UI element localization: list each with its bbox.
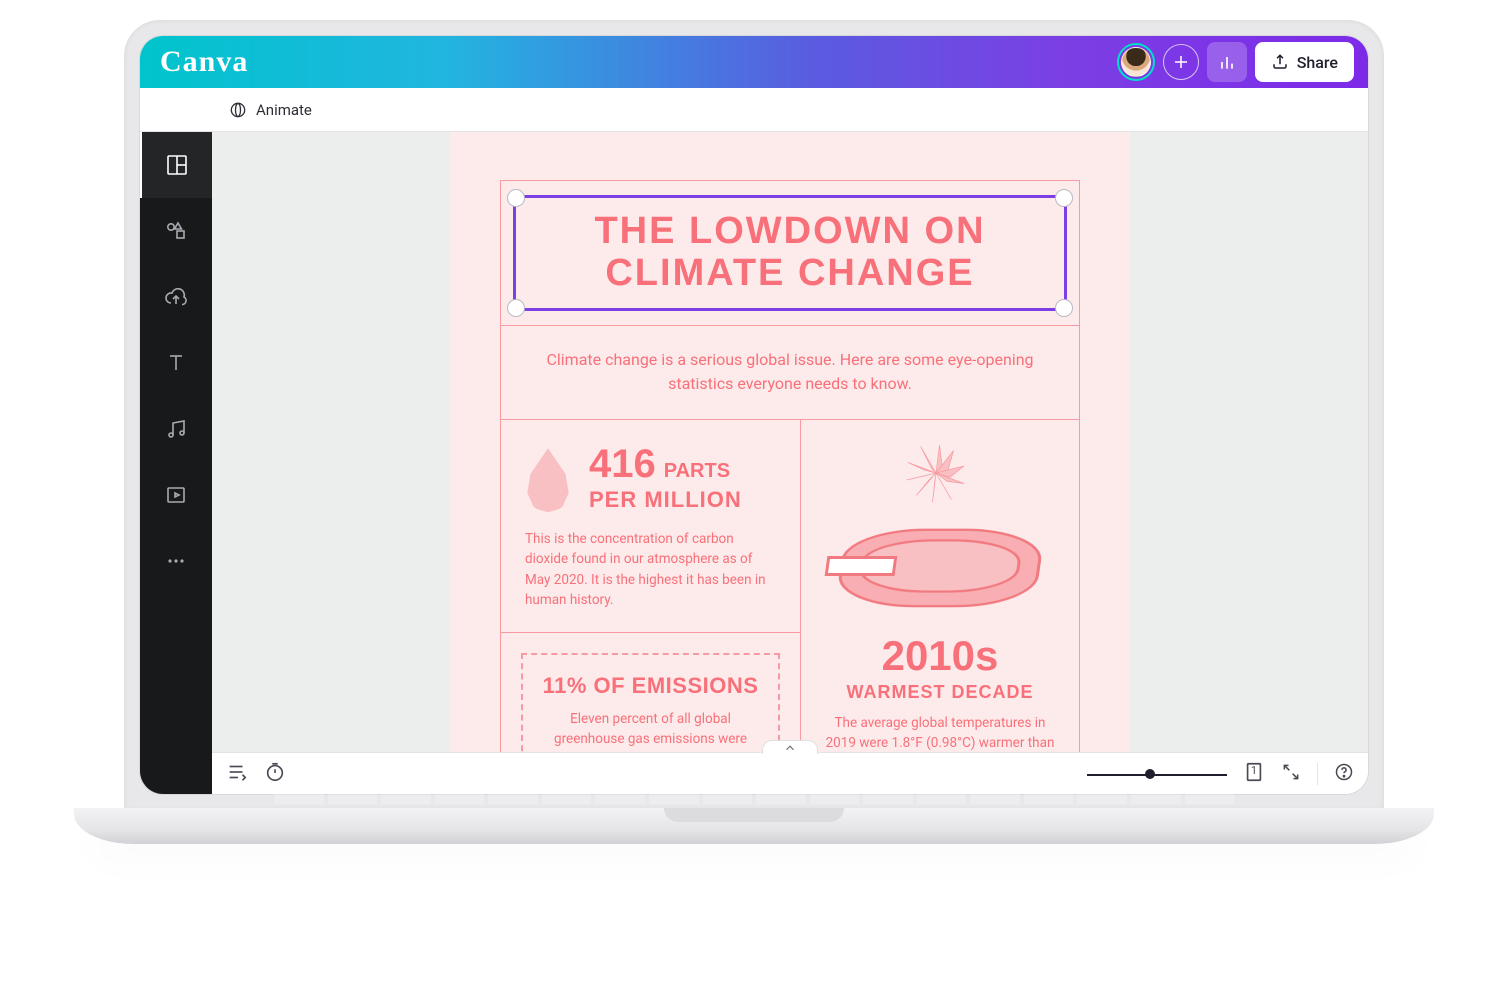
chevron-up-icon [783, 741, 797, 755]
sidebar-uploads[interactable] [140, 264, 212, 330]
share-button[interactable]: Share [1255, 42, 1354, 82]
sun-icon [901, 438, 971, 508]
canva-logo[interactable]: Canva [154, 45, 248, 79]
laptop-screen-bezel: Canva Share [124, 20, 1384, 810]
stat3-body: The average global temperatures in 2019 … [823, 713, 1057, 752]
artboard[interactable]: THE LOWDOWN ON CLIMATE CHANGE [450, 132, 1130, 752]
upload-icon [1271, 53, 1289, 71]
page-drawer-handle[interactable] [762, 740, 818, 754]
stat3-subtitle: WARMEST DECADE [823, 682, 1057, 703]
shapes-icon [164, 219, 188, 243]
stat1-body: This is the concentration of carbon diox… [525, 529, 776, 610]
keyboard-hint [274, 784, 1234, 804]
avatar-image [1121, 47, 1151, 77]
stat-co2[interactable]: 416 PARTS PER MILLION This is the concen… [501, 420, 800, 633]
app-topbar: Canva Share [140, 36, 1368, 88]
help-button[interactable] [1334, 762, 1354, 786]
zoom-slider[interactable] [1087, 772, 1227, 776]
laptop-base [74, 808, 1434, 844]
video-icon [164, 483, 188, 507]
resize-handle-ne[interactable] [1055, 189, 1073, 207]
notes-icon [226, 761, 248, 783]
duration-button[interactable] [264, 761, 286, 787]
sidebar-more[interactable] [140, 528, 212, 594]
right-column[interactable]: 2010s WARMEST DECADE The average global … [801, 420, 1079, 752]
bar-chart-icon [1217, 52, 1237, 72]
resize-handle-se[interactable] [1055, 299, 1073, 317]
subtitle-cell[interactable]: Climate change is a serious global issue… [501, 326, 1079, 421]
add-button[interactable] [1163, 44, 1199, 80]
sidebar-text[interactable] [140, 330, 212, 396]
cloud-upload-icon [164, 285, 188, 309]
more-icon [164, 549, 188, 573]
sidebar-video[interactable] [140, 462, 212, 528]
stat2-title: 11% OF EMISSIONS [541, 673, 760, 699]
user-avatar[interactable] [1117, 43, 1155, 81]
canvas-area: THE LOWDOWN ON CLIMATE CHANGE [212, 132, 1368, 794]
sidebar-audio[interactable] [140, 396, 212, 462]
insights-button[interactable] [1207, 42, 1247, 82]
canvas-viewport[interactable]: THE LOWDOWN ON CLIMATE CHANGE [212, 132, 1368, 752]
selection-outline[interactable] [513, 195, 1067, 311]
side-panel [140, 132, 212, 794]
animate-icon [228, 100, 248, 120]
share-button-label: Share [1297, 53, 1338, 72]
page-count-button[interactable]: 1 [1243, 761, 1265, 787]
stat1-unit1: PARTS [664, 460, 730, 483]
laptop-frame: Canva Share [74, 20, 1434, 844]
help-icon [1334, 762, 1354, 782]
resize-handle-nw[interactable] [507, 189, 525, 207]
sidebar-elements[interactable] [140, 198, 212, 264]
stat2-body: Eleven percent of all global greenhouse … [541, 709, 760, 750]
expand-icon [1281, 762, 1301, 782]
timer-icon [264, 761, 286, 783]
left-column: 416 PARTS PER MILLION This is the concen… [501, 420, 801, 752]
zoom-thumb[interactable] [1145, 769, 1155, 779]
text-icon [164, 351, 188, 375]
sidebar-templates[interactable] [140, 132, 212, 198]
fullscreen-button[interactable] [1281, 762, 1301, 786]
laptop-notch [664, 808, 844, 822]
animate-button[interactable]: Animate [228, 100, 312, 120]
music-icon [164, 417, 188, 441]
animate-label: Animate [256, 101, 312, 119]
main-area: THE LOWDOWN ON CLIMATE CHANGE [140, 132, 1368, 794]
stat1-unit2: PER MILLION [589, 487, 742, 513]
context-toolbar: Animate [140, 88, 1368, 132]
divider [1317, 763, 1318, 785]
app-window: Canva Share [139, 35, 1369, 795]
stat-emissions-wrap[interactable]: 11% OF EMISSIONS Eleven percent of all g… [501, 633, 800, 752]
notes-button[interactable] [226, 761, 248, 787]
page-count-label: 1 [1243, 764, 1265, 777]
water-drop-icon [525, 448, 571, 512]
stat-emissions: 11% OF EMISSIONS Eleven percent of all g… [521, 653, 780, 752]
subtitle-text: Climate change is a serious global issue… [546, 350, 1033, 394]
infographic-frame: THE LOWDOWN ON CLIMATE CHANGE [500, 180, 1080, 752]
stats-grid: 416 PARTS PER MILLION This is the concen… [501, 420, 1079, 752]
stat3-value: 2010s [823, 632, 1057, 680]
stat1-value: 416 [589, 442, 656, 487]
stadium-illustration [840, 518, 1040, 618]
headline-cell: THE LOWDOWN ON CLIMATE CHANGE [501, 181, 1079, 326]
layout-icon [165, 153, 189, 177]
resize-handle-sw[interactable] [507, 299, 525, 317]
